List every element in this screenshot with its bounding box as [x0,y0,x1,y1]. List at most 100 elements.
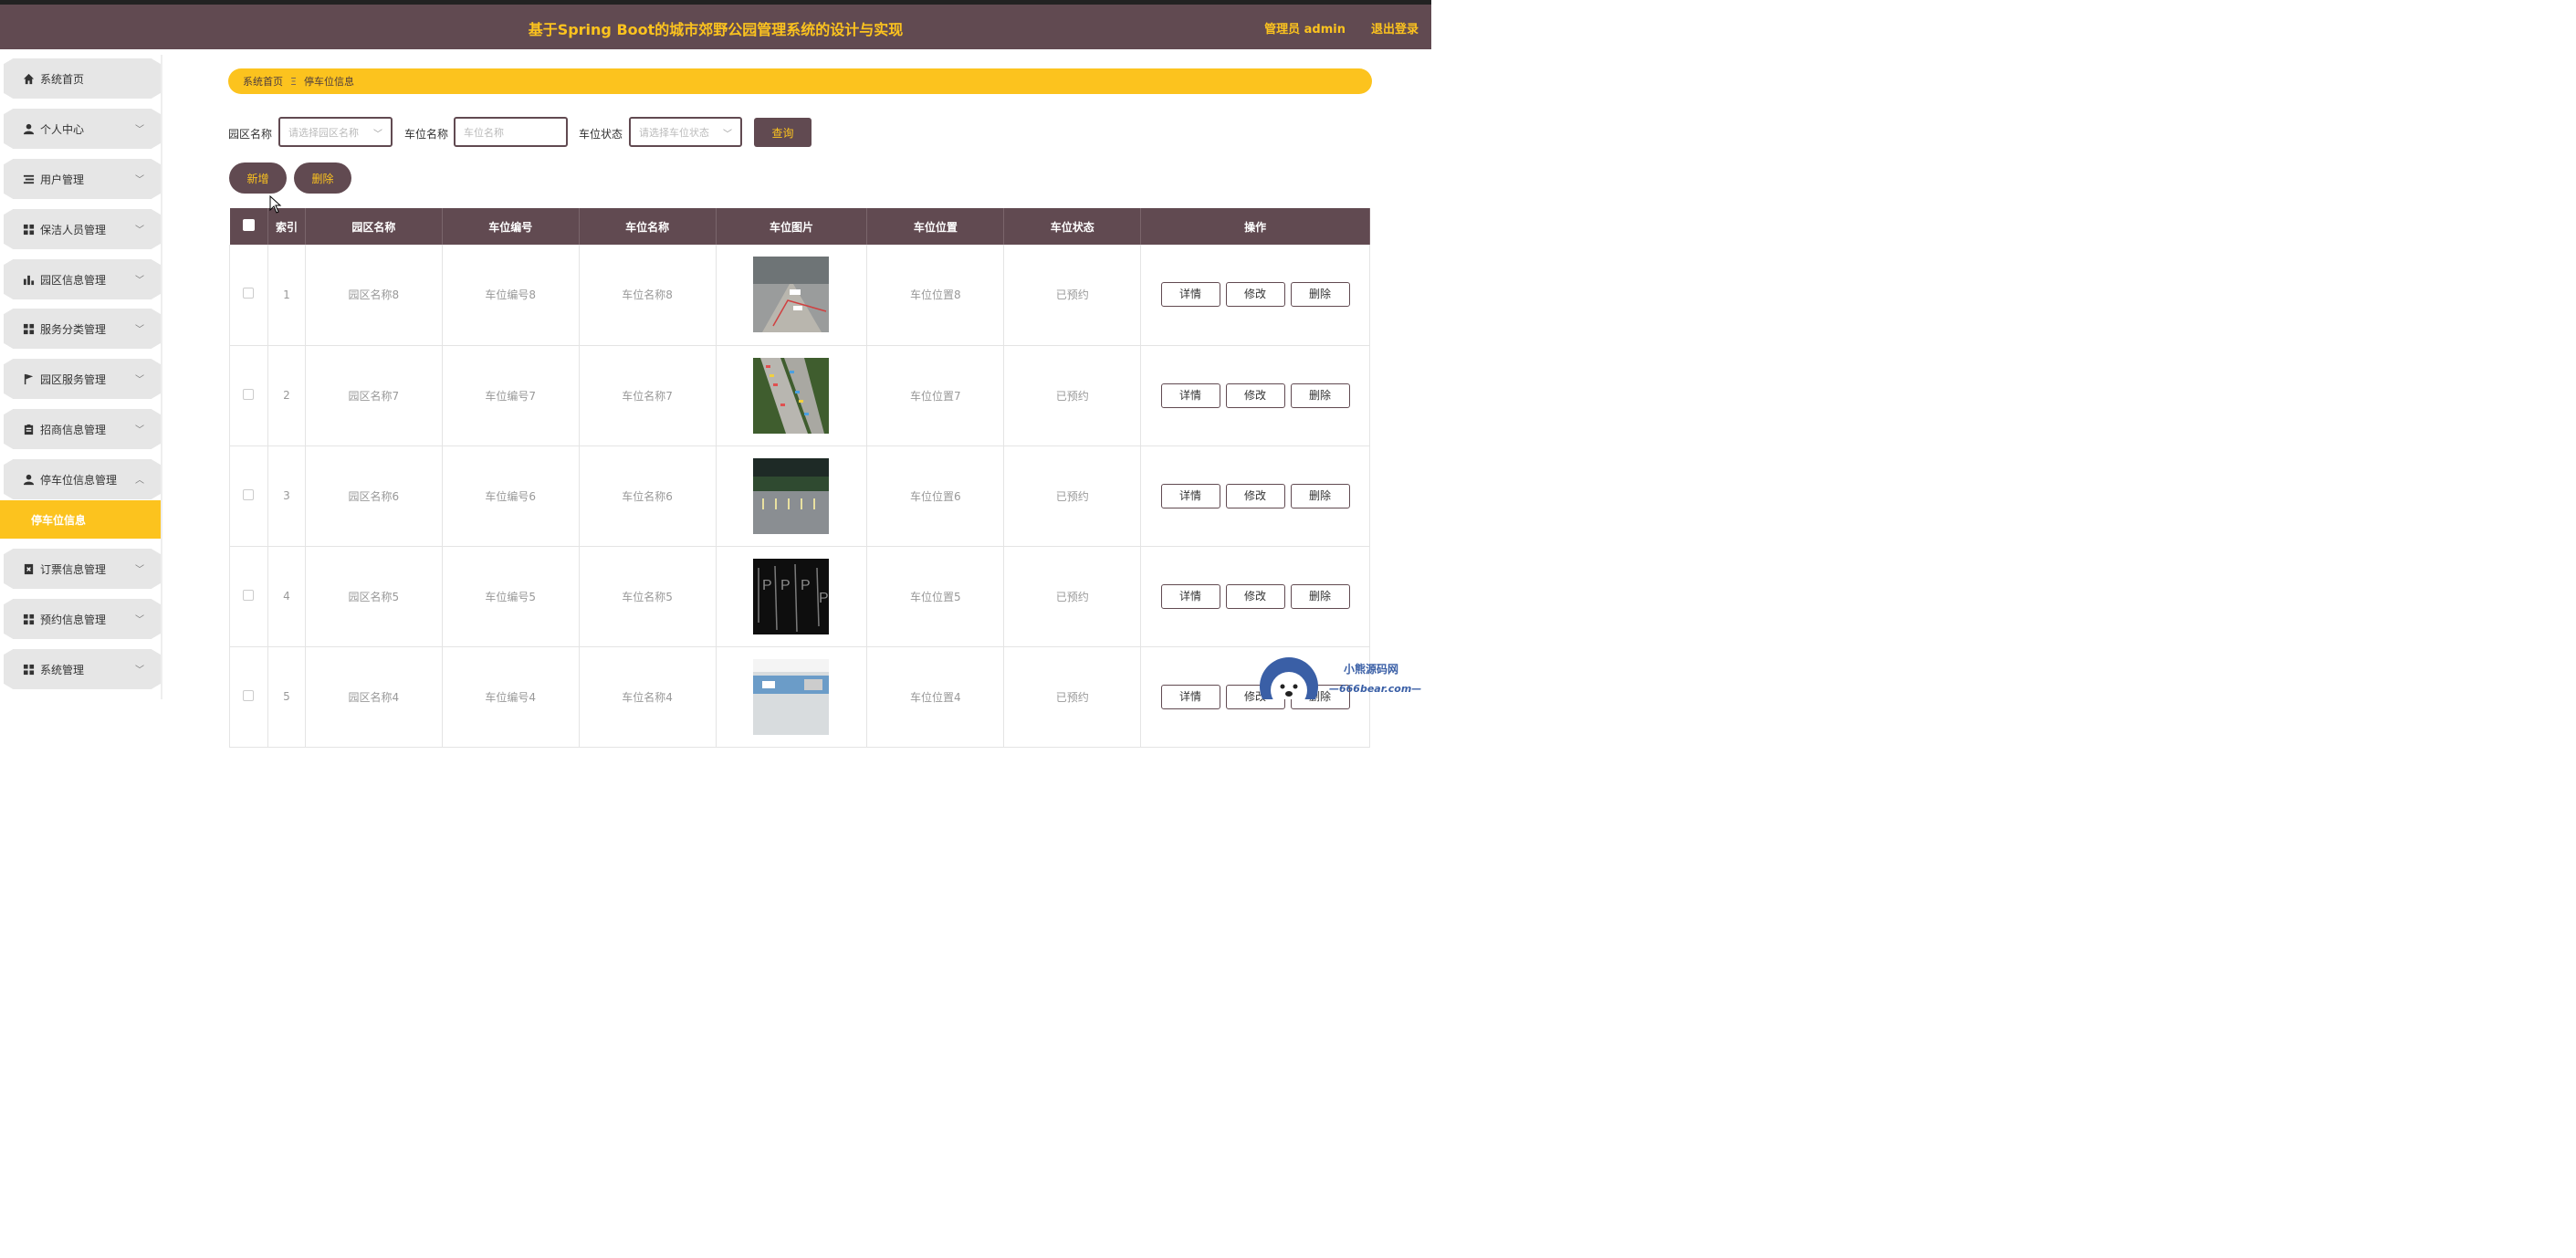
cell-spot-status: 已预约 [1003,245,1142,346]
cell-park-name: 园区名称8 [305,245,443,346]
cell-index: 2 [267,345,306,446]
add-button[interactable]: 新增 [229,162,287,194]
row-select-cell [229,245,268,346]
sidebar-subitem-parking-info[interactable]: 停车位信息 [0,500,161,539]
spot-status-placeholder: 请选择车位状态 [639,126,709,139]
sidebar-item-label: 园区服务管理 [40,372,107,386]
header-spot-name: 车位名称 [579,208,717,245]
edit-button[interactable]: 修改 [1225,282,1285,308]
sidebar-item-5[interactable]: 园区信息管理 ﹀ [4,259,161,299]
sidebar-item-label: 园区信息管理 [40,273,107,287]
cell-spot-code: 车位编号8 [442,245,580,346]
spot-name-input[interactable]: 车位名称 [454,117,568,147]
admin-user-label[interactable]: 管理员 admin [1264,19,1346,37]
edit-button[interactable]: 修改 [1225,483,1285,508]
sidebar-item-label: 停车位信息管理 [40,473,118,487]
sidebar-item-6[interactable]: 服务分类管理 ﹀ [4,309,161,349]
sidebar-item-10[interactable]: 订票信息管理 ﹀ [4,549,161,589]
spot-name-label: 车位名称 [404,128,449,141]
parking-photo[interactable] [753,457,830,534]
batch-delete-button[interactable]: 删除 [294,162,351,194]
chevron-down-icon: ﹀ [135,276,144,286]
table-header-row: 索引 园区名称 车位编号 车位名称 车位图片 车位位置 车位状态 操作 [229,208,1370,245]
row-select-cell [229,446,268,547]
cell-spot-image [716,245,868,346]
parking-photo[interactable] [753,658,830,735]
row-checkbox[interactable] [243,689,255,701]
row-delete-button[interactable]: 删除 [1290,483,1350,508]
cell-park-name: 园区名称4 [305,646,443,748]
row-delete-button[interactable]: 删除 [1290,282,1350,308]
chevron-down-icon: ﹀ [135,375,144,385]
cell-spot-image: PPPP [716,546,868,647]
row-select-cell [229,345,268,446]
cell-spot-status: 已预约 [1003,345,1142,446]
detail-button[interactable]: 详情 [1160,684,1220,709]
cell-index: 1 [267,245,306,346]
select-all-checkbox[interactable] [242,219,255,231]
cell-spot-location: 车位位置7 [866,345,1005,446]
row-checkbox[interactable] [243,388,255,400]
svg-text:P: P [762,578,772,593]
table-row: 5 园区名称4 车位编号4 车位名称4 车位位置4 已预约 详情 修改 删除 [229,646,1370,748]
breadcrumb-home[interactable]: 系统首页 [243,74,283,89]
parking-photo[interactable]: P P PP [753,558,830,634]
sidebar-item-2[interactable]: 个人中心 ﹀ [4,109,161,149]
parking-photo[interactable] [753,257,830,333]
cell-spot-location: 车位位置6 [866,446,1005,547]
chevron-down-icon: ﹀ [135,175,144,185]
home-icon [22,72,35,85]
detail-button[interactable]: 详情 [1160,483,1220,508]
chevron-down-icon: ﹀ [135,425,144,435]
spot-status-select[interactable]: 请选择车位状态 ﹀ [629,117,742,147]
table-row: 1 园区名称8 车位编号8 车位名称8 车位位置8 已预约 详情 修改 删除 [229,245,1370,346]
park-name-label: 园区名称 [228,128,273,141]
sidebar-item-7[interactable]: 园区服务管理 ﹀ [4,359,161,399]
row-delete-button[interactable]: 删除 [1290,383,1350,408]
sidebar-item-3[interactable]: 用户管理 ﹀ [4,159,161,199]
sidebar-item-11[interactable]: 预约信息管理 ﹀ [4,599,161,639]
row-checkbox[interactable] [243,589,255,601]
cell-spot-code: 车位编号7 [442,345,580,446]
grid-icon [22,663,35,676]
logout-link[interactable]: 退出登录 [1371,19,1419,37]
edit-button[interactable]: 修改 [1225,583,1285,609]
watermark-line1: 小熊源码网 [1344,663,1399,676]
header-spot-status: 车位状态 [1003,208,1142,245]
sidebar-item-9[interactable]: 停车位信息管理 ︿ [4,459,161,499]
detail-button[interactable]: 详情 [1160,383,1220,408]
parking-photo[interactable] [753,357,830,434]
cell-operations: 详情 修改 删除 [1140,245,1370,346]
query-button[interactable]: 查询 [754,118,812,147]
header-operations: 操作 [1140,208,1370,245]
app-root: 基于Spring Boot的城市郊野公园管理系统的设计与实现 管理员 admin… [0,0,1431,748]
sidebar-item-12[interactable]: 系统管理 ﹀ [4,649,161,689]
row-delete-button[interactable]: 删除 [1290,583,1350,609]
sidebar-item-4[interactable]: 保洁人员管理 ﹀ [4,209,161,249]
cell-index: 4 [267,546,306,647]
cell-park-name: 园区名称6 [305,446,443,547]
sidebar-item-1[interactable]: 系统首页 [4,58,161,99]
detail-button[interactable]: 详情 [1160,282,1220,308]
park-name-placeholder: 请选择园区名称 [288,126,359,139]
chevron-down-icon: ﹀ [135,125,144,135]
grid-icon [22,613,35,625]
cell-park-name: 园区名称7 [305,345,443,446]
sidebar-item-label: 系统首页 [40,72,85,86]
table-row: 4 园区名称5 车位编号5 车位名称5 P P P P 车位位置5 已预约 详情 修改 删除 [229,546,1370,647]
sidebar-item-8[interactable]: 招商信息管理 ﹀ [4,409,161,449]
list-icon [22,173,35,185]
sidebar-item-label: 保洁人员管理 [40,223,107,236]
cell-spot-name: 车位名称5 [579,546,717,647]
edit-button[interactable]: 修改 [1225,383,1285,408]
row-checkbox[interactable] [243,288,255,299]
cell-operations: 详情 修改 删除 [1140,446,1370,547]
park-name-select[interactable]: 请选择园区名称 ﹀ [278,117,393,147]
sidebar-item-label: 预约信息管理 [40,613,107,626]
detail-button[interactable]: 详情 [1160,583,1220,609]
row-checkbox[interactable] [243,488,255,500]
cell-spot-name: 车位名称4 [579,646,717,748]
cell-spot-name: 车位名称6 [579,446,717,547]
cell-spot-image [716,646,868,748]
table-row: 3 园区名称6 车位编号6 车位名称6 车位位置6 已预约 详情 修改 删除 [229,446,1370,547]
